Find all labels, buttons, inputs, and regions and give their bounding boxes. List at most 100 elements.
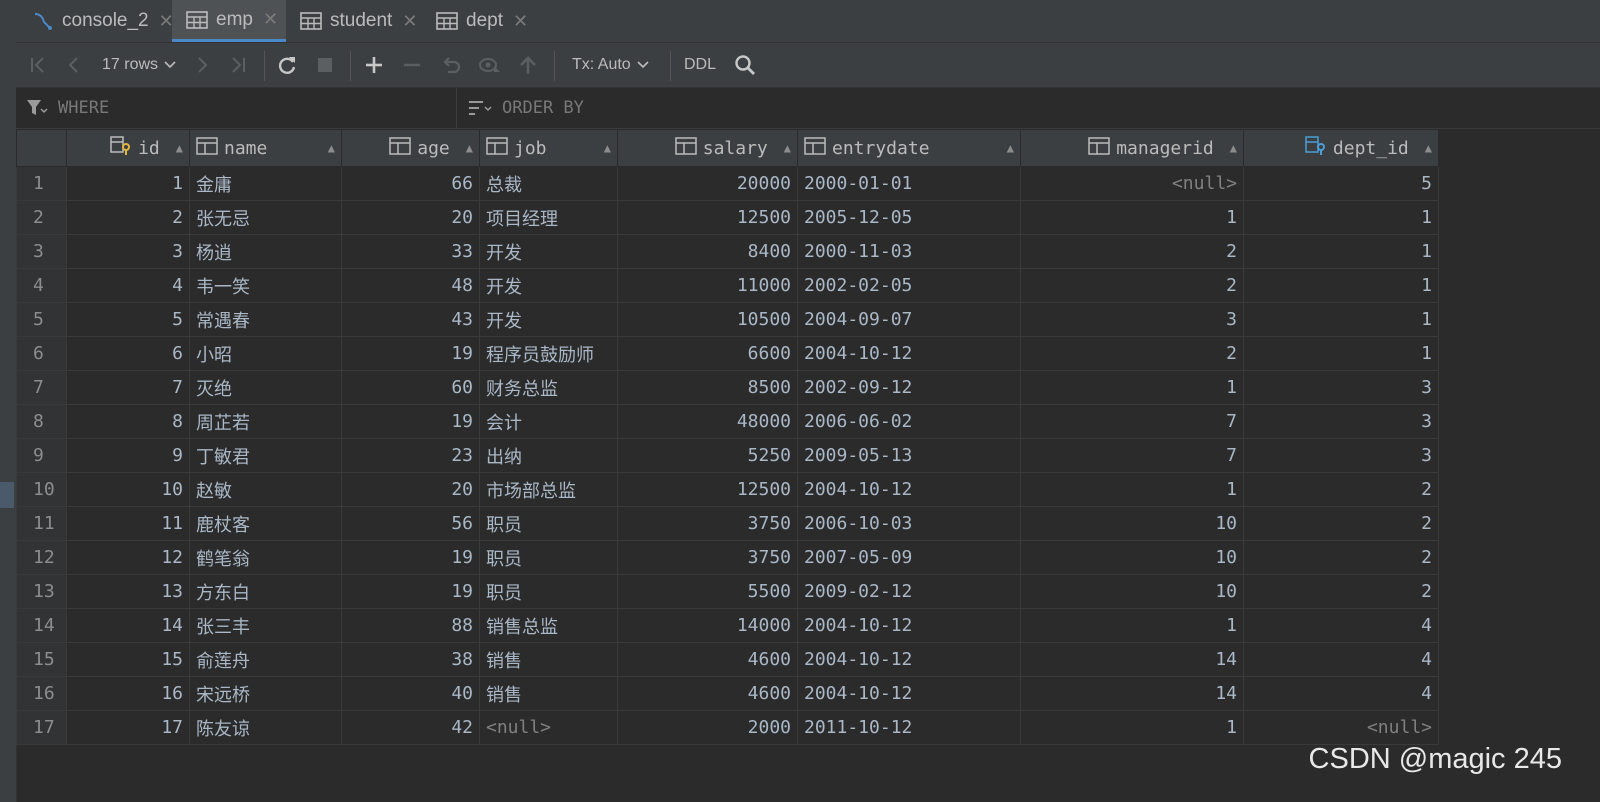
cell-salary[interactable]: 2000 [617,710,798,745]
table-row[interactable]: 5 5 常遇春 43 开发 10500 2004-09-07 3 1 [16,302,1439,337]
tab-console-2[interactable]: console_2 ✕ [18,0,174,42]
row-number[interactable]: 17 [16,710,67,745]
cell-managerid[interactable]: 10 [1020,540,1244,575]
cell-job[interactable]: 财务总监 [479,370,618,405]
cell-job[interactable]: 开发 [479,302,618,337]
cell-name[interactable]: 鹿杖客 [189,506,342,541]
tx-mode-selector[interactable]: Tx: Auto [572,43,649,87]
cell-dept-id[interactable]: 1 [1243,302,1439,337]
cell-job[interactable]: 总裁 [479,166,618,201]
table-row[interactable]: 4 4 韦一笑 48 开发 11000 2002-02-05 2 1 [16,268,1439,303]
table-row[interactable]: 7 7 灭绝 60 财务总监 8500 2002-09-12 1 3 [16,370,1439,405]
cell-salary[interactable]: 12500 [617,200,798,235]
cell-age[interactable]: 38 [341,642,480,677]
prev-page-icon[interactable] [64,43,84,87]
cell-job[interactable]: 职员 [479,540,618,575]
cell-name[interactable]: 韦一笑 [189,268,342,303]
cell-id[interactable]: 5 [66,302,190,337]
row-number[interactable]: 15 [16,642,67,677]
column-header-age[interactable]: age ▲ [341,129,480,167]
cell-age[interactable]: 19 [341,540,480,575]
sort-toggle-icon[interactable]: ▲ [176,141,183,155]
cell-id[interactable]: 4 [66,268,190,303]
cell-name[interactable]: 方东白 [189,574,342,609]
table-row[interactable]: 9 9 丁敏君 23 出纳 5250 2009-05-13 7 3 [16,438,1439,473]
cell-dept-id[interactable]: 1 [1243,200,1439,235]
cell-dept-id[interactable]: 1 [1243,268,1439,303]
cell-name[interactable]: 张三丰 [189,608,342,643]
tab-dept[interactable]: dept ✕ [422,0,542,42]
cell-entrydate[interactable]: 2004-09-07 [797,302,1021,337]
cell-age[interactable]: 20 [341,200,480,235]
cell-job[interactable]: 出纳 [479,438,618,473]
cell-name[interactable]: 鹤笔翁 [189,540,342,575]
cell-salary[interactable]: 8500 [617,370,798,405]
row-number[interactable]: 9 [16,438,67,473]
cell-dept-id[interactable]: 2 [1243,472,1439,507]
cell-managerid[interactable]: 3 [1020,302,1244,337]
cell-entrydate[interactable]: 2006-10-03 [797,506,1021,541]
cell-id[interactable]: 7 [66,370,190,405]
cell-job[interactable]: 职员 [479,574,618,609]
cell-job[interactable]: 开发 [479,234,618,269]
cell-dept-id[interactable]: 4 [1243,608,1439,643]
row-number[interactable]: 7 [16,370,67,405]
cell-age[interactable]: 48 [341,268,480,303]
table-row[interactable]: 12 12 鹤笔翁 19 职员 3750 2007-05-09 10 2 [16,540,1439,575]
cell-id[interactable]: 9 [66,438,190,473]
cell-id[interactable]: 6 [66,336,190,371]
cell-entrydate[interactable]: 2002-02-05 [797,268,1021,303]
table-row[interactable]: 2 2 张无忌 20 项目经理 12500 2005-12-05 1 1 [16,200,1439,235]
cell-managerid[interactable]: 1 [1020,472,1244,507]
cell-name[interactable]: 杨逍 [189,234,342,269]
cell-name[interactable]: 小昭 [189,336,342,371]
cell-managerid[interactable]: 1 [1020,710,1244,745]
cell-entrydate[interactable]: 2000-01-01 [797,166,1021,201]
cell-name[interactable]: 俞莲舟 [189,642,342,677]
cell-managerid[interactable]: 10 [1020,506,1244,541]
column-header-dept-id[interactable]: dept_id ▲ [1243,129,1439,167]
cell-salary[interactable]: 4600 [617,676,798,711]
row-number-header[interactable] [16,129,67,167]
cell-age[interactable]: 66 [341,166,480,201]
cell-age[interactable]: 19 [341,336,480,371]
cell-salary[interactable]: 48000 [617,404,798,439]
row-number[interactable]: 8 [16,404,67,439]
cell-managerid[interactable]: 10 [1020,574,1244,609]
next-page-icon[interactable] [192,43,212,87]
row-number[interactable]: 1 [16,166,67,201]
cell-managerid[interactable]: 1 [1020,200,1244,235]
cell-managerid[interactable]: 7 [1020,404,1244,439]
cell-job[interactable]: 销售 [479,642,618,677]
cell-age[interactable]: 33 [341,234,480,269]
cell-salary[interactable]: 5500 [617,574,798,609]
row-number[interactable]: 6 [16,336,67,371]
cell-age[interactable]: 19 [341,404,480,439]
cell-salary[interactable]: 5250 [617,438,798,473]
cell-name[interactable]: 陈友谅 [189,710,342,745]
cell-job[interactable]: 会计 [479,404,618,439]
cell-managerid[interactable]: 2 [1020,336,1244,371]
cell-managerid[interactable]: 2 [1020,234,1244,269]
cell-entrydate[interactable]: 2006-06-02 [797,404,1021,439]
row-number[interactable]: 10 [16,472,67,507]
refresh-icon[interactable] [276,43,298,87]
cell-salary[interactable]: 3750 [617,540,798,575]
cell-dept-id[interactable]: 3 [1243,370,1439,405]
column-header-salary[interactable]: salary ▲ [617,129,798,167]
first-page-icon[interactable] [28,43,48,87]
rows-selector[interactable]: 17 rows [102,43,176,87]
cell-job[interactable]: 销售 [479,676,618,711]
cell-age[interactable]: 23 [341,438,480,473]
sort-toggle-icon[interactable]: ▲ [1425,141,1432,155]
delete-row-icon[interactable] [402,43,422,87]
table-row[interactable]: 8 8 周芷若 19 会计 48000 2006-06-02 7 3 [16,404,1439,439]
cell-dept-id[interactable]: 3 [1243,438,1439,473]
ddl-button[interactable]: DDL [684,43,716,87]
cell-age[interactable]: 42 [341,710,480,745]
table-row[interactable]: 3 3 杨逍 33 开发 8400 2000-11-03 2 1 [16,234,1439,269]
column-header-entrydate[interactable]: entrydate ▲ [797,129,1021,167]
row-number[interactable]: 3 [16,234,67,269]
stop-icon[interactable] [316,43,334,87]
sort-toggle-icon[interactable]: ▲ [1230,141,1237,155]
